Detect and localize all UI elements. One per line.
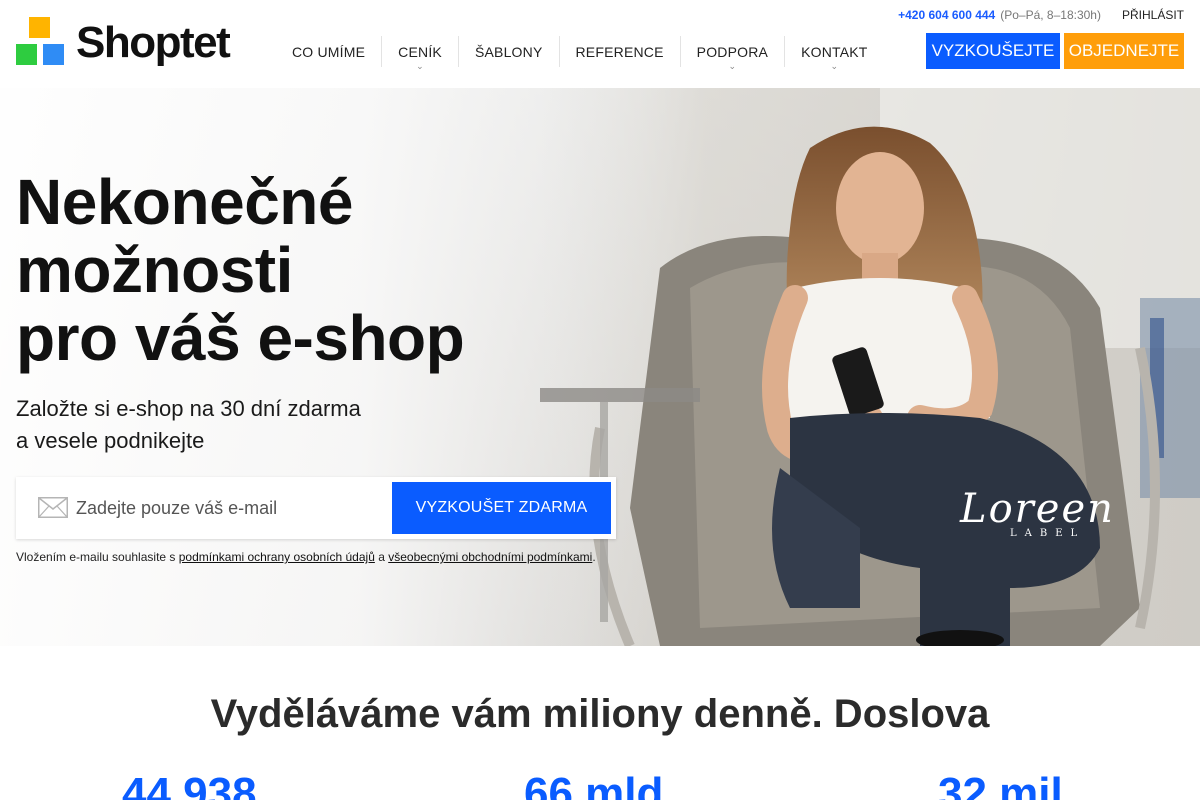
nav-item-label: REFERENCE	[575, 43, 664, 60]
consent-suffix: .	[592, 550, 596, 564]
email-input[interactable]	[76, 477, 386, 539]
consent-text: Vložením e-mailu souhlasite s podmínkami…	[16, 550, 596, 564]
loreen-label-logo: Loreen LABEL	[960, 486, 1115, 539]
login-link[interactable]: PŘIHLÁSIT	[1122, 8, 1184, 22]
logo-text: Shoptet	[76, 18, 231, 67]
order-button[interactable]: OBJEDNEJTE	[1064, 33, 1184, 69]
logo-mark-icon	[16, 17, 64, 65]
hero-title-line: pro váš e-shop	[16, 302, 465, 374]
phone-link[interactable]: +420 604 600 444	[898, 8, 995, 22]
shoptet-logo[interactable]: Shoptet	[16, 17, 231, 67]
nav-item-podpora[interactable]: PODPORA ⌄	[681, 36, 786, 71]
envelope-icon	[38, 497, 68, 518]
hero-title-line: Nekonečné	[16, 166, 353, 238]
stats-heading: Vyděláváme vám miliony denně. Doslova	[210, 692, 990, 736]
nav-item-cenik[interactable]: CENÍK ⌄	[382, 36, 459, 71]
support-hours: (Po–Pá, 8–18:30h)	[1000, 8, 1101, 22]
chevron-down-icon: ⌄	[416, 61, 424, 71]
nav-item-label: KONTAKT	[801, 43, 868, 60]
terms-link[interactable]: všeobecnými obchodními podmínkami	[388, 550, 592, 564]
nav-item-label: CENÍK	[398, 43, 442, 60]
privacy-policy-link[interactable]: podmínkami ochrany osobních údajů	[179, 550, 375, 564]
hero-section: Nekonečné možnosti pro váš e-shop Založt…	[0, 88, 1200, 646]
nav-item-sablony[interactable]: ŠABLONY	[459, 36, 560, 67]
nav-item-kontakt[interactable]: KONTAKT ⌄	[785, 36, 883, 71]
hero-subtitle-line: Založte si e-shop na 30 dní zdarma	[16, 396, 361, 421]
hero-title-line: možnosti	[16, 234, 293, 306]
signup-form: VYZKOUŠET ZDARMA	[16, 477, 616, 539]
stat-value: 66 mld	[524, 769, 664, 800]
loreen-script: Loreen	[960, 486, 1115, 532]
chevron-down-icon: ⌄	[830, 61, 839, 71]
try-free-button[interactable]: VYZKOUŠET ZDARMA	[392, 482, 611, 534]
hero-photo-woman-in-chair	[540, 88, 1200, 646]
nav-item-label: ŠABLONY	[474, 43, 543, 60]
consent-mid: a	[374, 550, 389, 564]
consent-prefix: Vložením e-mailu souhlasite s	[16, 550, 179, 564]
stat-value: 32 mil	[938, 769, 1063, 800]
nav-item-label: PODPORA	[696, 43, 769, 60]
chevron-down-icon: ⌄	[728, 61, 737, 71]
hero-subtitle-line: a vesele podnikejte	[16, 428, 205, 453]
topbar: +420 604 600 444 (Po–Pá, 8–18:30h) PŘIHL…	[898, 8, 1184, 22]
nav-item-reference[interactable]: REFERENCE	[560, 36, 681, 67]
site-header: Shoptet +420 604 600 444 (Po–Pá, 8–18:30…	[0, 0, 1200, 88]
try-button[interactable]: VYZKOUŠEJTE	[926, 33, 1060, 69]
hero-title: Nekonečné možnosti pro váš e-shop	[16, 166, 465, 374]
nav-item-label: CO UMÍME	[292, 43, 366, 60]
main-nav: CO UMÍME CENÍK ⌄ ŠABLONY REFERENCE PODPO…	[276, 36, 884, 71]
hero-subtitle: Založte si e-shop na 30 dní zdarma a ves…	[16, 393, 361, 457]
stat-value: 44 938	[122, 769, 257, 800]
nav-item-co-umime[interactable]: CO UMÍME	[276, 36, 383, 67]
